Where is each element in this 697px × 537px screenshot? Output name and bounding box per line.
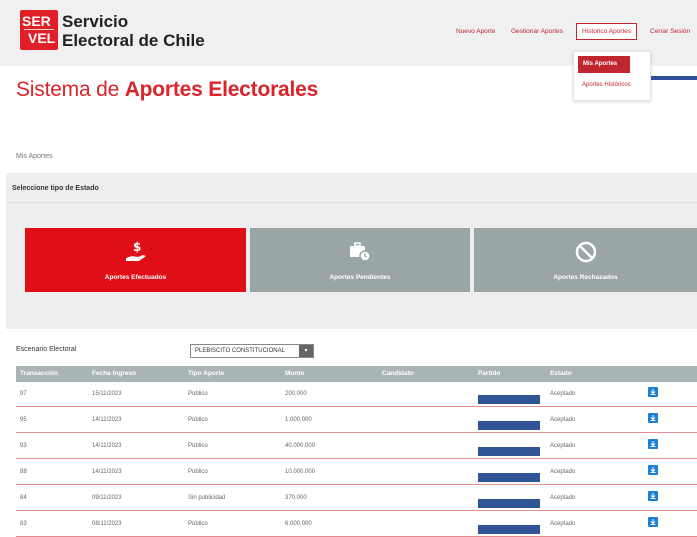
cell-estado: Aceptado [550, 469, 576, 475]
tile-aportes-pendientes[interactable]: Aportes Pendientes [250, 228, 470, 292]
cell-estado: Aceptado [550, 495, 576, 501]
cell-partido-redacted [478, 525, 540, 534]
download-button[interactable] [648, 491, 658, 501]
cell-monto: 1.000.000 [285, 417, 312, 423]
cell-partido-redacted [478, 395, 540, 404]
brand-line-2: Electoral de Chile [62, 31, 205, 50]
cell-fecha: 14/11/2023 [92, 443, 122, 449]
download-icon [650, 415, 656, 421]
header-accent-bar [651, 76, 697, 80]
download-button[interactable] [648, 413, 658, 423]
download-icon [650, 493, 656, 499]
table-header: Transacción Fecha Ingreso Tipo Aporte Mo… [16, 366, 697, 382]
table-row[interactable]: 97 15/11/2023 Público 200.000 Aceptado [16, 382, 697, 407]
col-tipo-aporte: Tipo Aporte [188, 370, 225, 377]
breadcrumb[interactable]: Mis Aportes [16, 153, 53, 160]
cell-monto: 200.000 [285, 391, 307, 397]
tile-label: Aportes Efectuados [104, 274, 167, 281]
download-icon [650, 441, 656, 447]
chevron-down-icon[interactable]: ▾ [299, 345, 313, 357]
brand-name: Servicio Electoral de Chile [62, 12, 205, 50]
col-estado: Estado [550, 370, 572, 377]
cell-estado: Aceptado [550, 443, 576, 449]
cell-fecha: 14/11/2023 [92, 469, 122, 475]
tile-aportes-rechazados[interactable]: Aportes Rechazados [474, 228, 697, 292]
nav-historico-aportes[interactable]: Historico Aportes [576, 23, 638, 40]
col-partido: Partido [478, 370, 501, 377]
cell-transaccion: 93 [20, 443, 27, 449]
cell-transaccion: 88 [20, 469, 27, 475]
tile-aportes-efectuados[interactable]: $ Aportes Efectuados [25, 228, 246, 292]
hand-money-icon: $ [125, 240, 146, 261]
cell-fecha: 14/11/2023 [92, 417, 122, 423]
col-candidato: Candidato [382, 370, 414, 377]
cell-transaccion: 95 [20, 417, 27, 423]
escenario-select[interactable]: PLEBISCITO CONSTITUCIONAL ▾ [190, 344, 314, 358]
page-title-light: Sistema de [16, 78, 125, 101]
table-row[interactable]: 88 14/11/2023 Público 10.000.000 Aceptad… [16, 460, 697, 485]
download-button[interactable] [648, 517, 658, 527]
download-icon [650, 389, 656, 395]
cell-estado: Aceptado [550, 521, 576, 527]
table-row[interactable]: 83 08/11/2023 Público 6.000.000 Aceptado [16, 512, 697, 537]
cell-tipo: Público [188, 391, 208, 397]
historico-dropdown-menu: Mis Aportes Aportes Históricos [573, 51, 651, 101]
panel-header: Seleccione tipo de Estado [6, 173, 697, 203]
servel-logo[interactable]: SER VEL [20, 10, 58, 50]
cell-tipo: Público [188, 469, 208, 475]
logo-text-bottom: VEL [28, 30, 56, 46]
download-button[interactable] [648, 465, 658, 475]
panel-heading: Seleccione tipo de Estado [12, 185, 99, 192]
cell-monto: 40.000.000 [285, 443, 316, 449]
cell-tipo: Público [188, 521, 208, 527]
nav-nuevo-aporte[interactable]: Nuevo Aporte [456, 28, 495, 35]
nav-cerrar-sesion[interactable]: Cerrar Sesión [650, 28, 690, 35]
cell-fecha: 08/11/2023 [92, 521, 122, 527]
brand-line-1: Servicio [62, 12, 129, 31]
cell-monto: 10.000.000 [285, 469, 316, 475]
nav-gestionar-aportes[interactable]: Gestionar Aportes [511, 28, 563, 35]
cell-partido-redacted [478, 499, 540, 508]
cell-tipo: Público [188, 417, 208, 423]
page-title-bold: Aportes Electorales [124, 78, 319, 101]
cell-partido-redacted [478, 447, 540, 456]
table-row[interactable]: 93 14/11/2023 Público 40.000.000 Aceptad… [16, 434, 697, 459]
cell-monto: 6.000.000 [285, 521, 312, 527]
cancel-icon [575, 241, 596, 263]
table-row[interactable]: 84 09/11/2023 Sin publicidad 370.000 Ace… [16, 486, 697, 511]
cell-transaccion: 83 [20, 521, 27, 527]
cell-transaccion: 97 [20, 391, 27, 397]
cell-tipo: Sin publicidad [188, 495, 226, 501]
cell-fecha: 09/11/2023 [92, 495, 122, 501]
cell-estado: Aceptado [550, 417, 576, 423]
escenario-label: Escenario Electoral [16, 346, 77, 353]
download-icon [650, 519, 656, 525]
tile-label: Aportes Rechazados [553, 274, 618, 281]
cell-fecha: 15/11/2023 [92, 391, 122, 397]
cell-partido-redacted [478, 473, 540, 482]
top-nav: Nuevo Aporte Gestionar Aportes Historico… [452, 23, 697, 42]
svg-text:$: $ [133, 240, 141, 254]
briefcase-clock-icon [350, 242, 371, 262]
escenario-selected-value: PLEBISCITO CONSTITUCIONAL [195, 348, 285, 354]
logo-text-top: SER [22, 13, 51, 29]
cell-tipo: Público [188, 443, 208, 449]
col-fecha-ingreso: Fecha Ingreso [92, 370, 137, 377]
download-icon [650, 467, 656, 473]
col-monto: Monto [285, 370, 305, 377]
cell-estado: Aceptado [550, 391, 576, 397]
table-row[interactable]: 95 14/11/2023 Público 1.000.000 Aceptado [16, 408, 697, 433]
tile-label: Aportes Pendientes [329, 274, 391, 281]
cell-transaccion: 84 [20, 495, 27, 501]
cell-monto: 370.000 [285, 495, 307, 501]
download-button[interactable] [648, 387, 658, 397]
download-button[interactable] [648, 439, 658, 449]
menu-item-aportes-historicos[interactable]: Aportes Históricos [582, 82, 631, 88]
page-title: Sistema de Aportes Electorales [16, 78, 318, 102]
menu-item-mis-aportes[interactable]: Mis Aportes [578, 56, 630, 73]
cell-partido-redacted [478, 421, 540, 430]
col-transaccion: Transacción [20, 370, 58, 377]
